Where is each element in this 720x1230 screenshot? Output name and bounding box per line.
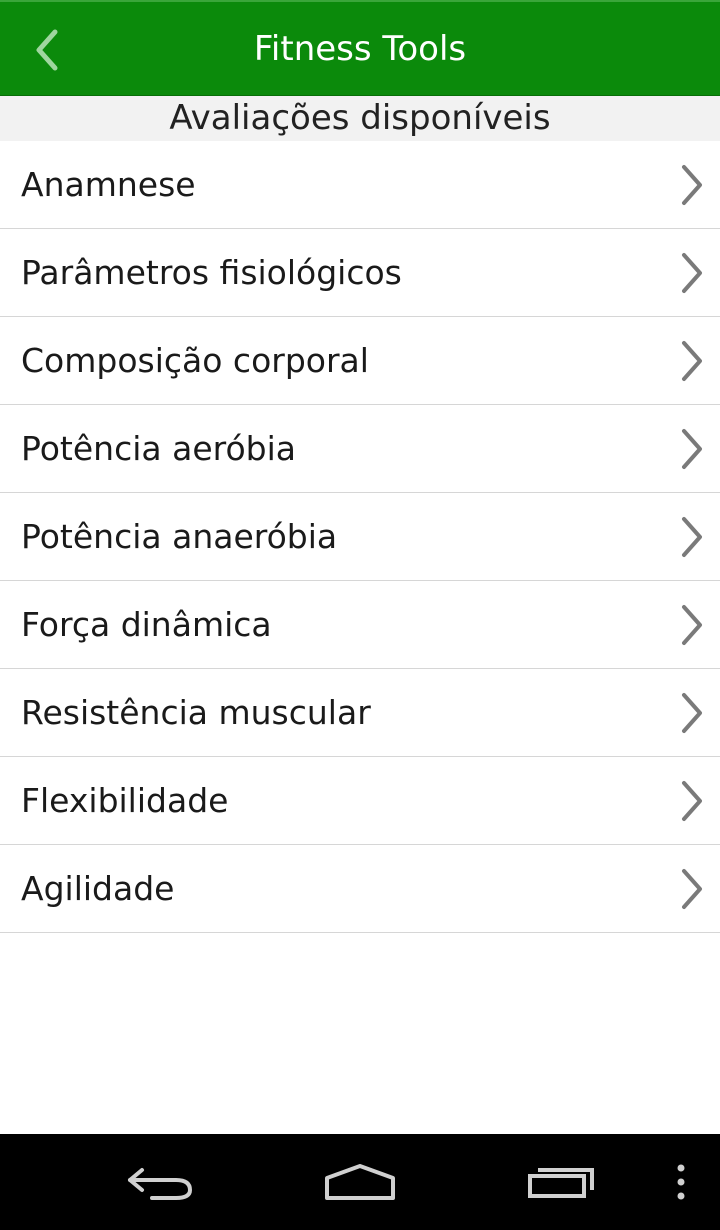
system-back-button[interactable] xyxy=(120,1152,200,1212)
recent-apps-icon xyxy=(528,1168,594,1198)
chevron-right-icon xyxy=(682,341,702,381)
list-item-potencia-aerobia[interactable]: Potência aeróbia xyxy=(0,405,720,493)
action-bar: Fitness Tools xyxy=(0,0,720,96)
system-overflow-menu-button[interactable] xyxy=(664,1152,698,1212)
list-item-label: Composição corporal xyxy=(21,341,369,380)
list-item-label: Flexibilidade xyxy=(21,781,229,820)
list-item-parametros-fisiologicos[interactable]: Parâmetros fisiológicos xyxy=(0,229,720,317)
list-item-flexibilidade[interactable]: Flexibilidade xyxy=(0,757,720,845)
list-item-composicao-corporal[interactable]: Composição corporal xyxy=(0,317,720,405)
list-item-label: Agilidade xyxy=(21,869,175,908)
list-item-label: Potência aeróbia xyxy=(21,429,296,468)
section-header: Avaliações disponíveis xyxy=(0,96,720,141)
chevron-right-icon xyxy=(682,605,702,645)
list-item-potencia-anaerobia[interactable]: Potência anaeróbia xyxy=(0,493,720,581)
chevron-right-icon xyxy=(682,781,702,821)
list-item-label: Potência anaeróbia xyxy=(21,517,338,556)
list-item-label: Parâmetros fisiológicos xyxy=(21,253,402,292)
list-item-label: Resistência muscular xyxy=(21,693,371,732)
overflow-menu-icon xyxy=(677,1164,685,1200)
list-item-forca-dinamica[interactable]: Força dinâmica xyxy=(0,581,720,669)
system-recent-apps-button[interactable] xyxy=(522,1152,602,1212)
list-item-label: Força dinâmica xyxy=(21,605,272,644)
chevron-right-icon xyxy=(682,429,702,469)
chevron-right-icon xyxy=(682,517,702,557)
list-item-anamnese[interactable]: Anamnese xyxy=(0,141,720,229)
app-title: Fitness Tools xyxy=(253,29,467,69)
list-item-agilidade[interactable]: Agilidade xyxy=(0,845,720,933)
back-arrow-icon xyxy=(128,1168,192,1200)
chevron-right-icon xyxy=(682,253,702,293)
list-item-resistencia-muscular[interactable]: Resistência muscular xyxy=(0,669,720,757)
list-item-label: Anamnese xyxy=(21,165,196,204)
chevron-right-icon xyxy=(682,693,702,733)
chevron-right-icon xyxy=(682,165,702,205)
chevron-right-icon xyxy=(682,869,702,909)
assessment-list: Anamnese Parâmetros fisiológicos Composi… xyxy=(0,141,720,933)
home-icon xyxy=(325,1164,395,1200)
system-navigation-bar xyxy=(0,1134,720,1230)
app-screen: Fitness Tools Avaliações disponíveis Ana… xyxy=(0,0,720,1230)
system-home-button[interactable] xyxy=(318,1152,402,1212)
